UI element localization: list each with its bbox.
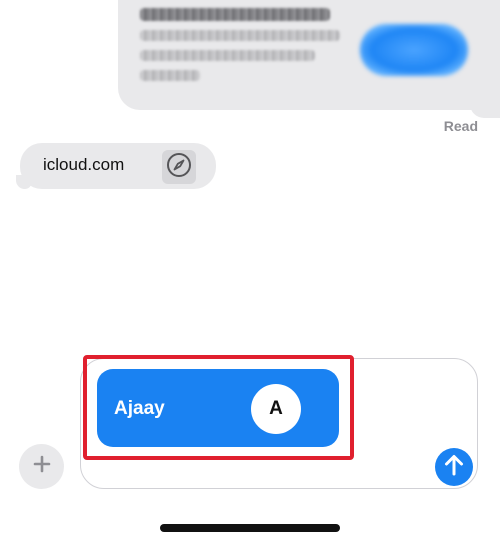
highlight-annotation	[83, 355, 354, 460]
link-message-bubble[interactable]: icloud.com	[16, 143, 216, 189]
blurred-line	[140, 8, 330, 21]
link-preview-tile[interactable]	[162, 150, 196, 184]
add-attachment-button[interactable]	[19, 444, 64, 489]
blurred-line	[140, 70, 200, 81]
blurred-action-button[interactable]	[360, 24, 468, 76]
blurred-line	[140, 50, 315, 61]
link-text[interactable]: icloud.com	[43, 155, 124, 175]
bubble-tail	[16, 175, 32, 189]
home-indicator[interactable]	[160, 524, 340, 532]
read-receipt: Read	[443, 118, 478, 134]
bubble-tail	[470, 104, 500, 118]
blurred-text	[140, 8, 340, 90]
compass-icon	[166, 152, 192, 183]
blurred-line	[140, 30, 340, 41]
message-bubble-blurred[interactable]	[118, 0, 500, 118]
send-button[interactable]	[435, 448, 473, 486]
arrow-up-icon	[444, 454, 464, 481]
plus-icon	[33, 455, 51, 478]
